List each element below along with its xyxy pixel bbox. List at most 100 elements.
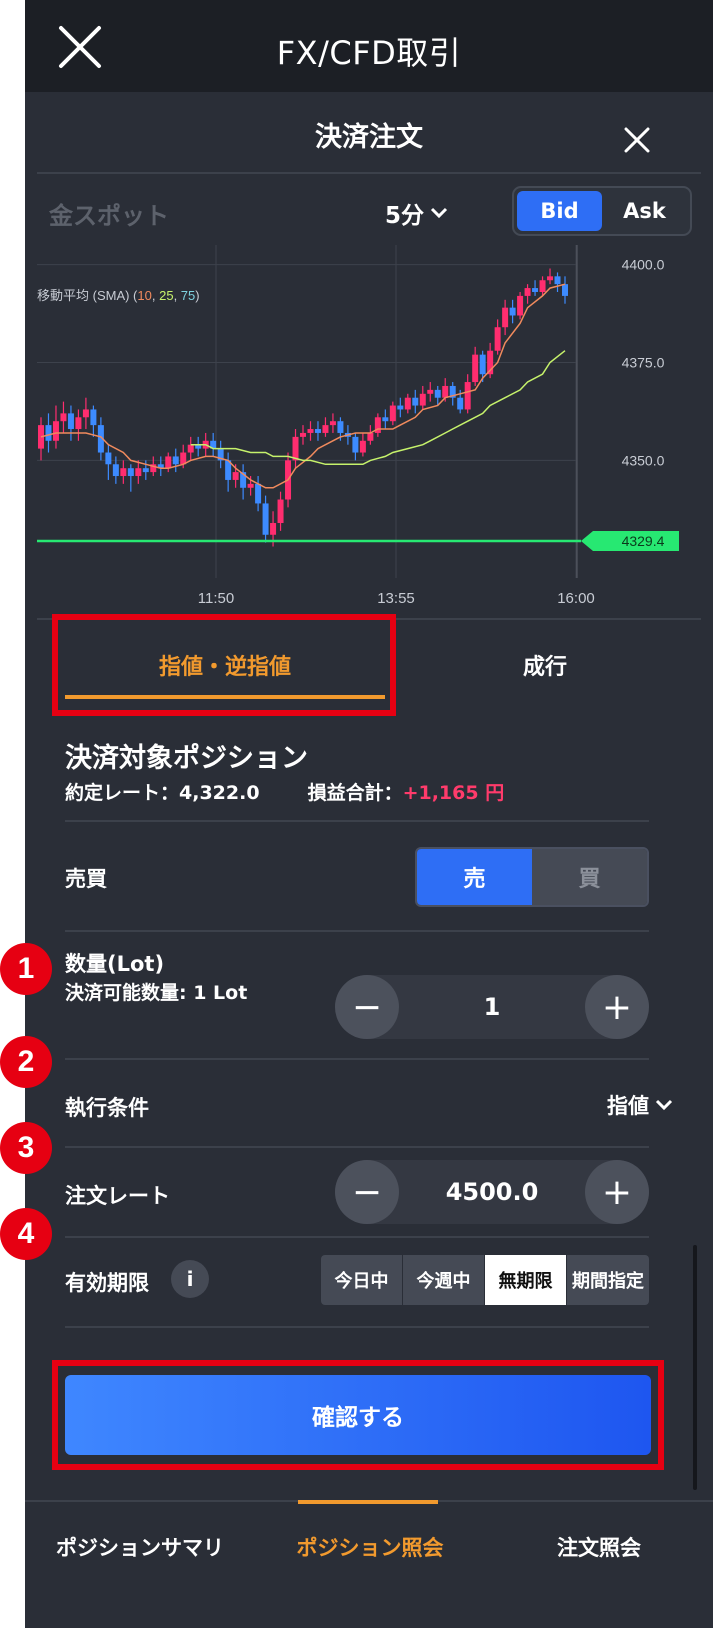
candle-body (322, 425, 329, 433)
candle-body (359, 440, 366, 453)
candle-body (232, 472, 239, 480)
scrollbar[interactable] (693, 1245, 697, 1490)
step-marker-2: 2 (0, 1036, 52, 1088)
candle-body (112, 464, 119, 477)
current-price-label: 4329.4 (622, 533, 665, 549)
buysell-label: 売買 (65, 867, 107, 891)
candle-body (382, 417, 389, 422)
condition-value: 指値 (607, 1094, 649, 1118)
expiry-option-unlimited[interactable]: 無期限 (485, 1255, 567, 1305)
order-rate-value[interactable]: 4500.0 (399, 1160, 585, 1224)
quantity-value[interactable]: 1 (399, 975, 585, 1039)
nav-active-indicator (298, 1500, 438, 1504)
nav-position-list[interactable]: ポジション照会 (255, 1532, 485, 1562)
app-title: FX/CFD取引 (276, 34, 462, 72)
candle-body (142, 468, 149, 473)
modal-title: 決済注文 (315, 122, 423, 153)
candle-body (82, 409, 89, 418)
candle-body (404, 397, 411, 410)
candle-body (135, 468, 142, 477)
divider (65, 1236, 649, 1238)
symbol-name: 金スポット (49, 202, 169, 230)
candle-body (524, 288, 531, 296)
condition-selector[interactable]: 指値 (607, 1090, 673, 1120)
candle-body (270, 523, 277, 535)
candle-body (464, 382, 471, 410)
sma-legend: 移動平均 (SMA) (10, 25, 75) (37, 288, 200, 303)
info-icon[interactable]: i (171, 1260, 209, 1298)
fill-rate: 約定レート：4,322.0 (65, 782, 260, 804)
sell-button[interactable]: 売 (417, 849, 532, 905)
candle-body (389, 405, 396, 422)
app-screen: FX/CFD取引 決済注文 金スポット 5分 Bid Ask 移動平均 (SMA… (25, 0, 713, 1628)
y-tick-label: 4400.0 (622, 257, 665, 273)
sma-10-line (40, 283, 566, 489)
quantity-minus-button[interactable]: − (335, 975, 399, 1039)
tab-market[interactable]: 成行 (385, 620, 705, 710)
rate-plus-button[interactable]: + (585, 1160, 649, 1224)
candle-body (517, 295, 524, 316)
position-title: 決済対象ポジション (65, 743, 308, 774)
divider (65, 820, 649, 822)
candle-body (412, 397, 419, 406)
nav-position-summary[interactable]: ポジションサマリ (25, 1532, 255, 1562)
candle-body (52, 421, 59, 441)
candle-body (90, 409, 97, 426)
candle-body (457, 397, 464, 410)
condition-label: 執行条件 (65, 1096, 149, 1120)
y-tick-label: 4350.0 (622, 452, 665, 468)
expiry-option-week[interactable]: 今週中 (403, 1255, 485, 1305)
step-marker-1: 1 (0, 943, 52, 995)
candle-body (562, 284, 568, 296)
chevron-down-icon (655, 1099, 673, 1111)
bid-ask-toggle: Bid Ask (512, 186, 692, 236)
price-chart[interactable]: 移動平均 (SMA) (10, 25, 75) 4400.0 4375.0 4350… (25, 245, 713, 615)
candle-body (187, 444, 194, 453)
expiry-label: 有効期限 (65, 1271, 149, 1295)
step-marker-3: 3 (0, 1122, 52, 1174)
divider (65, 930, 649, 932)
quantity-label: 数量(Lot) (65, 952, 165, 976)
candle-body (292, 436, 299, 461)
buy-button[interactable]: 買 (532, 849, 647, 905)
ask-button[interactable]: Ask (602, 191, 687, 231)
highlight-box-tab (52, 614, 396, 716)
candle-body (442, 385, 449, 398)
quantity-stepper: − 1 + (335, 975, 649, 1039)
candle-body (329, 421, 336, 426)
bid-button[interactable]: Bid (517, 191, 602, 231)
y-tick-label: 4375.0 (622, 354, 665, 370)
candle-body (397, 405, 404, 410)
top-bar: FX/CFD取引 (25, 0, 713, 92)
candle-body (307, 429, 314, 433)
position-info: 約定レート：4,322.0 損益合計：+1,165 円 (65, 778, 504, 805)
candle-body (367, 432, 374, 441)
expiry-option-date[interactable]: 期間指定 (567, 1255, 649, 1305)
candle-body (427, 389, 434, 394)
rate-minus-button[interactable]: − (335, 1160, 399, 1224)
divider (37, 172, 701, 174)
step-marker-4: 4 (0, 1208, 52, 1260)
candle-body (67, 413, 74, 430)
candle-body (337, 421, 344, 433)
candle-body (547, 276, 554, 281)
candle-body (554, 276, 561, 285)
bottom-nav: ポジションサマリ ポジション照会 注文照会 (25, 1500, 713, 1598)
candle-body (502, 307, 509, 328)
candle-body (60, 413, 67, 422)
divider (65, 1146, 649, 1148)
candle-body (494, 327, 501, 351)
candle-body (509, 307, 516, 316)
modal-close-icon[interactable] (622, 125, 652, 155)
expiry-option-today[interactable]: 今日中 (321, 1255, 403, 1305)
interval-selector[interactable]: 5分 (385, 196, 448, 230)
profit-loss: 損益合計：+1,165 円 (307, 782, 505, 804)
candle-body (75, 417, 82, 430)
x-tick-label: 16:00 (557, 590, 595, 607)
candle-body (419, 393, 426, 406)
x-tick-label: 13:55 (377, 590, 415, 607)
divider (65, 1326, 649, 1328)
nav-order-list[interactable]: 注文照会 (485, 1532, 713, 1562)
candle-body (352, 436, 359, 453)
quantity-plus-button[interactable]: + (585, 975, 649, 1039)
